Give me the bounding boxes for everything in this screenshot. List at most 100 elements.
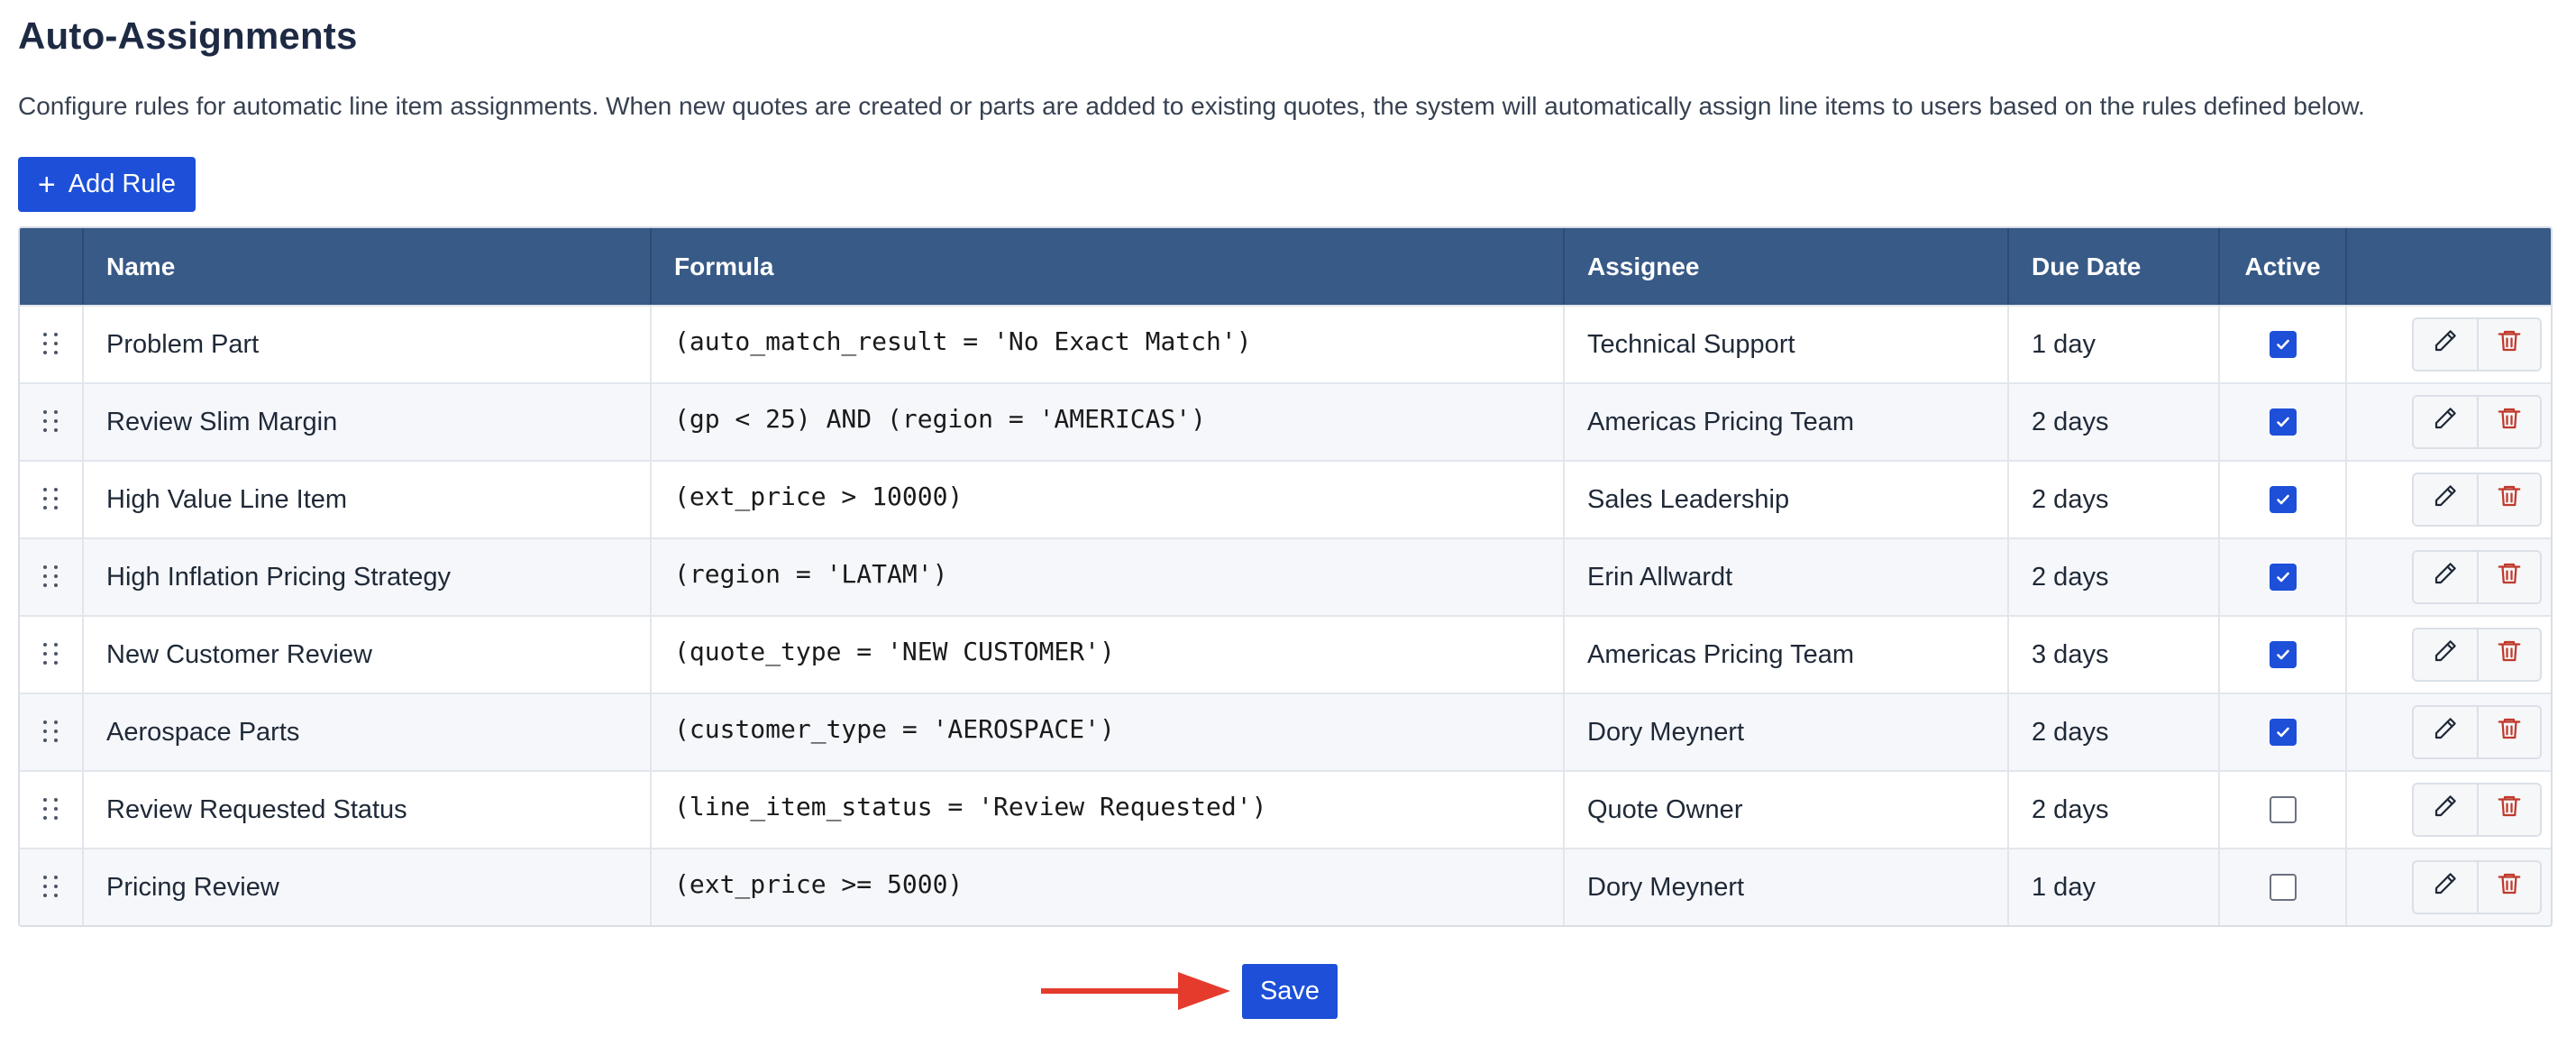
- drag-handle[interactable]: [20, 384, 84, 460]
- pencil-icon: [2432, 327, 2459, 362]
- row-actions: [2412, 628, 2542, 682]
- pencil-icon: [2432, 482, 2459, 517]
- row-actions: [2412, 860, 2542, 914]
- active-checkbox[interactable]: [2269, 796, 2297, 823]
- active-cell: [2220, 539, 2347, 615]
- rule-due-date: 2 days: [2009, 694, 2220, 770]
- rule-assignee: Dory Meynert: [1565, 849, 2009, 925]
- edit-button[interactable]: [2414, 862, 2477, 913]
- table-row: Problem Part (auto_match_result = 'No Ex…: [20, 305, 2551, 382]
- table-header: Name Formula Assignee Due Date Active: [20, 228, 2551, 305]
- rule-formula-cell: (quote_type = 'NEW CUSTOMER'): [652, 617, 1565, 693]
- edit-button[interactable]: [2414, 629, 2477, 680]
- edit-button[interactable]: [2414, 319, 2477, 370]
- trash-icon: [2496, 327, 2523, 362]
- drag-handle[interactable]: [20, 617, 84, 693]
- page-title: Auto-Assignments: [18, 14, 358, 57]
- rule-name: Review Requested Status: [84, 772, 652, 848]
- edit-button[interactable]: [2414, 397, 2477, 447]
- pencil-icon: [2432, 560, 2459, 594]
- delete-button[interactable]: [2477, 707, 2540, 757]
- drag-handle[interactable]: [20, 694, 84, 770]
- rule-assignee: Sales Leadership: [1565, 462, 2009, 537]
- edit-button[interactable]: [2414, 707, 2477, 757]
- row-actions: [2412, 473, 2542, 527]
- rule-due-date: 3 days: [2009, 617, 2220, 693]
- plus-icon: +: [37, 167, 56, 202]
- rule-formula: (region = 'LATAM'): [674, 558, 948, 589]
- table-row: Aerospace Parts (customer_type = 'AEROSP…: [20, 693, 2551, 770]
- pencil-icon: [2432, 638, 2459, 672]
- rule-formula: (line_item_status = 'Review Requested'): [674, 791, 1267, 821]
- active-checkbox[interactable]: [2269, 486, 2297, 513]
- actions-cell: [2347, 772, 2551, 848]
- drag-handle-icon: [42, 643, 59, 666]
- drag-handle[interactable]: [20, 462, 84, 537]
- table-row: Review Requested Status (line_item_statu…: [20, 770, 2551, 848]
- active-cell: [2220, 307, 2347, 382]
- pencil-icon: [2432, 870, 2459, 904]
- actions-cell: [2347, 694, 2551, 770]
- actions-cell: [2347, 849, 2551, 925]
- edit-button[interactable]: [2414, 552, 2477, 602]
- drag-handle-icon: [42, 876, 59, 899]
- header-active: Active: [2220, 228, 2347, 305]
- rule-formula-cell: (line_item_status = 'Review Requested'): [652, 772, 1565, 848]
- active-checkbox[interactable]: [2269, 564, 2297, 591]
- active-checkbox[interactable]: [2269, 641, 2297, 668]
- rule-due-date: 2 days: [2009, 384, 2220, 460]
- save-button[interactable]: Save: [1242, 964, 1338, 1019]
- active-checkbox[interactable]: [2269, 874, 2297, 901]
- table-row: New Customer Review (quote_type = 'NEW C…: [20, 615, 2551, 693]
- rule-assignee: Americas Pricing Team: [1565, 384, 2009, 460]
- rule-formula-cell: (ext_price >= 5000): [652, 849, 1565, 925]
- delete-button[interactable]: [2477, 474, 2540, 525]
- row-actions: [2412, 317, 2542, 372]
- trash-icon: [2496, 405, 2523, 439]
- pencil-icon: [2432, 715, 2459, 749]
- rule-name: Pricing Review: [84, 849, 652, 925]
- row-actions: [2412, 705, 2542, 759]
- delete-button[interactable]: [2477, 552, 2540, 602]
- trash-icon: [2496, 638, 2523, 672]
- drag-handle[interactable]: [20, 772, 84, 848]
- delete-button[interactable]: [2477, 785, 2540, 835]
- rule-due-date: 1 day: [2009, 849, 2220, 925]
- delete-button[interactable]: [2477, 862, 2540, 913]
- active-checkbox[interactable]: [2269, 331, 2297, 358]
- delete-button[interactable]: [2477, 319, 2540, 370]
- drag-handle[interactable]: [20, 539, 84, 615]
- header-assignee: Assignee: [1565, 228, 2009, 305]
- delete-button[interactable]: [2477, 629, 2540, 680]
- rule-due-date: 1 day: [2009, 307, 2220, 382]
- actions-cell: [2347, 384, 2551, 460]
- active-cell: [2220, 849, 2347, 925]
- edit-button[interactable]: [2414, 474, 2477, 525]
- drag-handle[interactable]: [20, 849, 84, 925]
- delete-button[interactable]: [2477, 397, 2540, 447]
- active-cell: [2220, 462, 2347, 537]
- drag-handle-icon: [42, 488, 59, 511]
- drag-handle[interactable]: [20, 307, 84, 382]
- edit-button[interactable]: [2414, 785, 2477, 835]
- rule-assignee: Erin Allwardt: [1565, 539, 2009, 615]
- rule-formula: (ext_price >= 5000): [674, 868, 964, 899]
- add-rule-button[interactable]: + Add Rule: [18, 157, 196, 212]
- rule-due-date: 2 days: [2009, 772, 2220, 848]
- drag-handle-icon: [42, 410, 59, 434]
- row-actions: [2412, 395, 2542, 449]
- rule-name: Aerospace Parts: [84, 694, 652, 770]
- rule-name: New Customer Review: [84, 617, 652, 693]
- active-checkbox[interactable]: [2269, 719, 2297, 746]
- pencil-icon: [2432, 405, 2459, 439]
- actions-cell: [2347, 307, 2551, 382]
- active-cell: [2220, 617, 2347, 693]
- table-row: High Value Line Item (ext_price > 10000)…: [20, 460, 2551, 537]
- trash-icon: [2496, 482, 2523, 517]
- header-formula: Formula: [652, 228, 1565, 305]
- active-checkbox[interactable]: [2269, 408, 2297, 436]
- rule-name: High Value Line Item: [84, 462, 652, 537]
- table-row: Review Slim Margin (gp < 25) AND (region…: [20, 382, 2551, 460]
- rule-formula: (gp < 25) AND (region = 'AMERICAS'): [674, 403, 1207, 434]
- drag-handle-icon: [42, 565, 59, 589]
